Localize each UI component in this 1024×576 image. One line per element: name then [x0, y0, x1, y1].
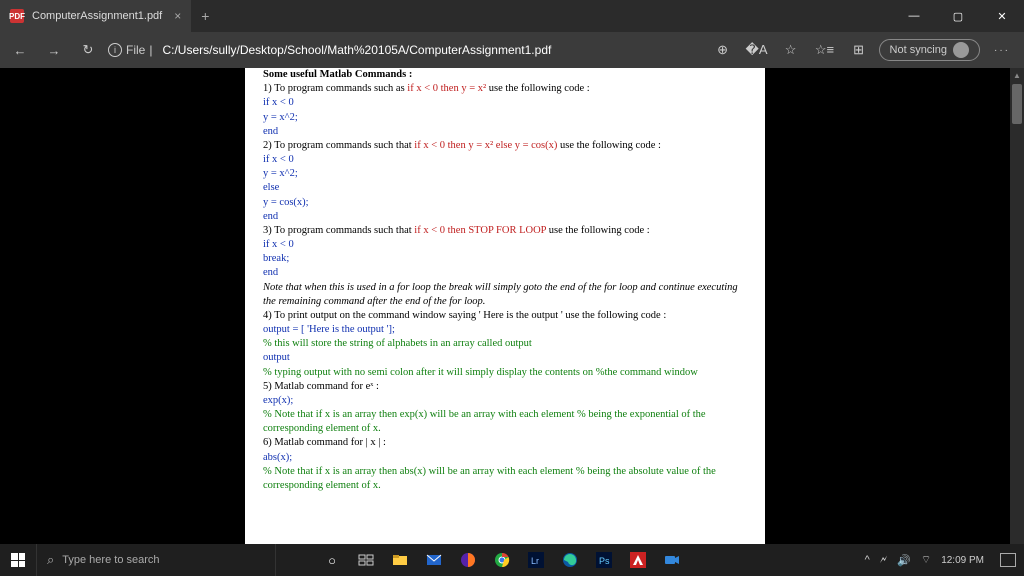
taskbar-search[interactable]: ⌕ Type here to search [36, 544, 276, 576]
titlebar: PDF ComputerAssignment1.pdf × + — ▢ ✕ [0, 0, 1024, 32]
code-line: exp(x); [263, 394, 747, 408]
wifi-icon[interactable]: ⌔ [921, 553, 931, 567]
zoom-icon[interactable]: ⊕ [709, 36, 737, 64]
chrome-icon[interactable] [486, 544, 518, 576]
avatar-icon [953, 42, 969, 58]
code-line: break; [263, 252, 747, 266]
comment-line: % this will store the string of alphabet… [263, 337, 747, 351]
favorites-list-icon[interactable]: ☆≡ [811, 36, 839, 64]
code-line: y = x^2; [263, 167, 747, 181]
code-line: y = cos(x); [263, 196, 747, 210]
code-line: y = x^2; [263, 111, 747, 125]
mail-icon[interactable] [418, 544, 450, 576]
start-button[interactable] [0, 544, 36, 576]
svg-text:Lr: Lr [531, 556, 539, 566]
window-controls: — ▢ ✕ [892, 0, 1024, 32]
forward-button[interactable]: → [40, 36, 68, 64]
notification-icon[interactable] [1000, 553, 1016, 567]
site-info[interactable]: i File | [108, 43, 152, 57]
code-line: output = [ 'Here is the output ']; [263, 323, 747, 337]
browser-tab[interactable]: PDF ComputerAssignment1.pdf × [0, 0, 191, 32]
doc-note: Note that when this is used in a for loo… [263, 281, 747, 309]
doc-header: Some useful Matlab Commands : [263, 68, 747, 82]
pdf-icon: PDF [10, 9, 24, 23]
comment-line: % Note that if x is an array then exp(x)… [263, 408, 747, 436]
search-icon: ⌕ [47, 552, 54, 568]
back-button[interactable]: ← [6, 36, 34, 64]
code-line: if x < 0 [263, 153, 747, 167]
toolbar: ← → ↻ i File | C:/Users/sully/Desktop/Sc… [0, 32, 1024, 68]
windows-logo-icon [11, 553, 25, 567]
volume-icon[interactable]: 🔊 [897, 554, 911, 567]
tab-close-button[interactable]: × [174, 9, 181, 23]
doc-line: 2) To program commands such that if x < … [263, 139, 747, 153]
info-icon: i [108, 43, 122, 57]
photoshop-icon[interactable]: Ps [588, 544, 620, 576]
battery-icon[interactable]: 🗲 [880, 554, 887, 567]
search-placeholder: Type here to search [62, 554, 159, 566]
doc-line: 5) Matlab command for eˣ : [263, 380, 747, 394]
task-view-icon[interactable] [350, 544, 382, 576]
scrollbar[interactable]: ▲ [1010, 68, 1024, 544]
code-line: end [263, 210, 747, 224]
code-line: if x < 0 [263, 96, 747, 110]
code-line: end [263, 125, 747, 139]
pdf-viewport: Some useful Matlab Commands : 1) To prog… [0, 68, 1024, 544]
adobe-icon[interactable] [622, 544, 654, 576]
doc-line: 4) To print output on the command window… [263, 309, 747, 323]
url-scheme: File [126, 43, 145, 57]
close-window-button[interactable]: ✕ [980, 0, 1024, 32]
tab-title: ComputerAssignment1.pdf [32, 10, 162, 22]
lightroom-icon[interactable]: Lr [520, 544, 552, 576]
cortana-icon[interactable]: ○ [316, 544, 348, 576]
more-menu-button[interactable]: ··· [986, 45, 1018, 56]
scroll-up-arrow[interactable]: ▲ [1010, 68, 1024, 82]
doc-line: 1) To program commands such as if x < 0 … [263, 82, 747, 96]
reading-view-icon[interactable]: �A [743, 36, 771, 64]
code-line: if x < 0 [263, 238, 747, 252]
favorite-icon[interactable]: ☆ [777, 36, 805, 64]
comment-line: % Note that if x is an array then abs(x)… [263, 465, 747, 493]
pdf-page: Some useful Matlab Commands : 1) To prog… [245, 68, 765, 544]
reload-button[interactable]: ↻ [74, 36, 102, 64]
task-icons: ○ Lr Ps [316, 544, 688, 576]
svg-text:Ps: Ps [599, 556, 610, 566]
taskbar: ⌕ Type here to search ○ Lr Ps ^ 🗲 🔊 ⌔ 12… [0, 544, 1024, 576]
system-tray: ^ 🗲 🔊 ⌔ 12:09 PM [857, 553, 1024, 567]
new-tab-button[interactable]: + [191, 8, 219, 24]
taskview-svg [358, 552, 374, 568]
address-bar[interactable]: C:/Users/sully/Desktop/School/Math%20105… [158, 43, 702, 57]
code-line: output [263, 351, 747, 365]
page-area: Some useful Matlab Commands : 1) To prog… [0, 68, 1010, 544]
doc-line: 6) Matlab command for | x | : [263, 436, 747, 450]
pipe: | [149, 43, 152, 57]
clock[interactable]: 12:09 PM [941, 555, 990, 566]
maximize-button[interactable]: ▢ [936, 0, 980, 32]
code-line: abs(x); [263, 451, 747, 465]
code-line: end [263, 266, 747, 280]
edge-icon[interactable] [554, 544, 586, 576]
scroll-thumb[interactable] [1012, 84, 1022, 124]
code-line: else [263, 181, 747, 195]
tray-chevron-icon[interactable]: ^ [865, 554, 870, 566]
camera-icon[interactable] [656, 544, 688, 576]
firefox-icon[interactable] [452, 544, 484, 576]
doc-line: 3) To program commands such that if x < … [263, 224, 747, 238]
comment-line: % typing output with no semi colon after… [263, 366, 747, 380]
minimize-button[interactable]: — [892, 0, 936, 32]
collections-icon[interactable]: ⊞ [845, 36, 873, 64]
file-explorer-icon[interactable] [384, 544, 416, 576]
profile-sync-button[interactable]: Not syncing [879, 39, 980, 61]
sync-label: Not syncing [890, 44, 947, 56]
